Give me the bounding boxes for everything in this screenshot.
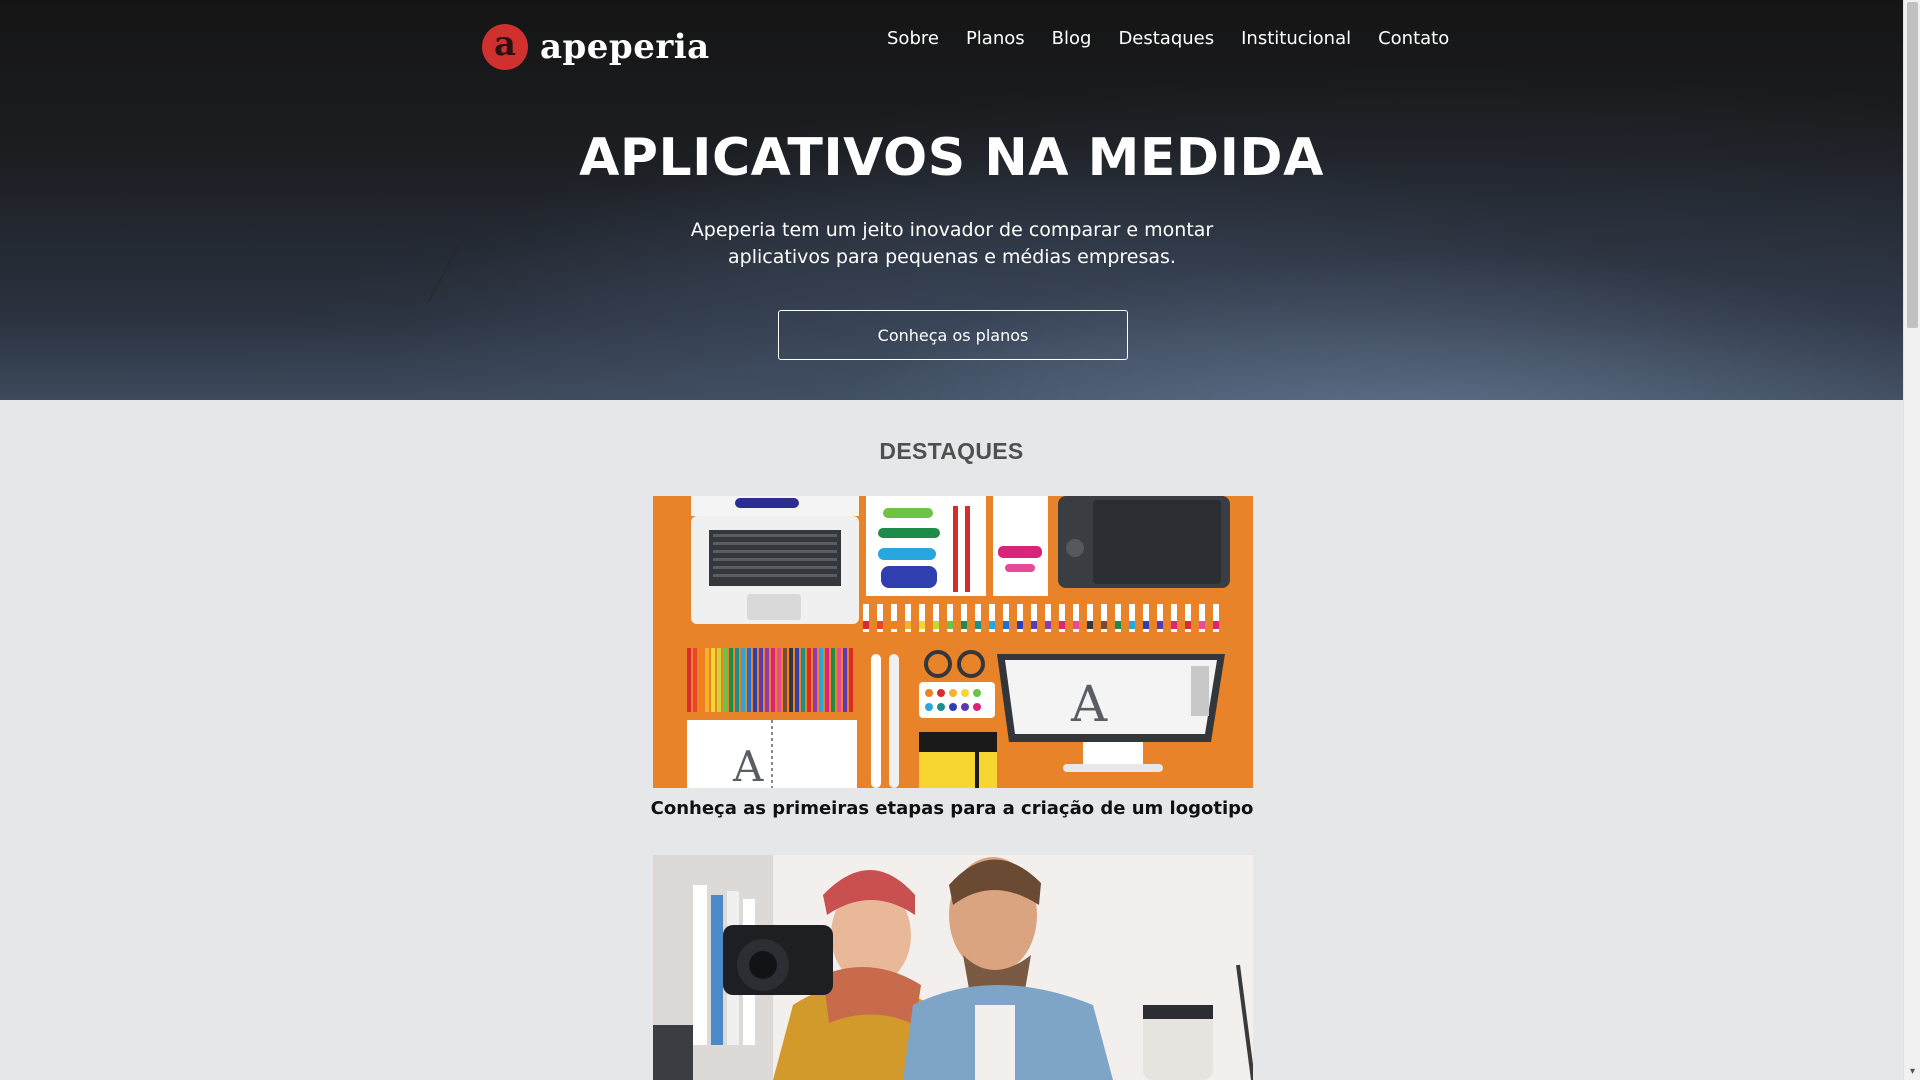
logo-text: apeperia <box>540 27 710 67</box>
hero-subtitle: Apeperia tem um jeito inovador de compar… <box>690 219 1214 268</box>
logo[interactable]: a apeperia <box>482 24 710 70</box>
nav-item-contato[interactable]: Contato <box>1378 27 1449 51</box>
card-image-logo-design[interactable]: A A <box>653 496 1253 788</box>
svg-text:A: A <box>732 742 764 788</box>
background-streak <box>427 239 463 303</box>
svg-text:A: A <box>1070 675 1108 733</box>
plans-cta-button[interactable]: Conheça os planos <box>778 310 1128 360</box>
section-title-destaques: DESTAQUES <box>879 438 1024 464</box>
hero-banner: a apeperia Sobre Planos Blog Destaques I… <box>0 0 1903 400</box>
nav-item-destaques[interactable]: Destaques <box>1118 27 1214 51</box>
designer-desk-illustration: A A <box>653 496 1253 788</box>
main-nav: Sobre Planos Blog Destaques Instituciona… <box>887 27 1449 51</box>
nav-item-sobre[interactable]: Sobre <box>887 27 939 51</box>
card-image-photographers[interactable] <box>653 855 1253 1080</box>
hero-title: APLICATIVOS NA MEDIDA <box>579 128 1324 188</box>
scroll-down-arrow-icon[interactable]: ▾ <box>1908 1067 1917 1077</box>
nav-item-planos[interactable]: Planos <box>966 27 1025 51</box>
logo-mark-icon: a <box>482 24 528 70</box>
scrollbar-thumb[interactable] <box>1907 2 1918 328</box>
nav-item-institucional[interactable]: Institucional <box>1241 27 1351 51</box>
photographers-photo <box>653 855 1253 1080</box>
card-caption-logo-design[interactable]: Conheça as primeiras etapas para a criaç… <box>600 798 1304 819</box>
nav-item-blog[interactable]: Blog <box>1052 27 1092 51</box>
page-scrollbar[interactable]: ▾ <box>1903 0 1920 1080</box>
